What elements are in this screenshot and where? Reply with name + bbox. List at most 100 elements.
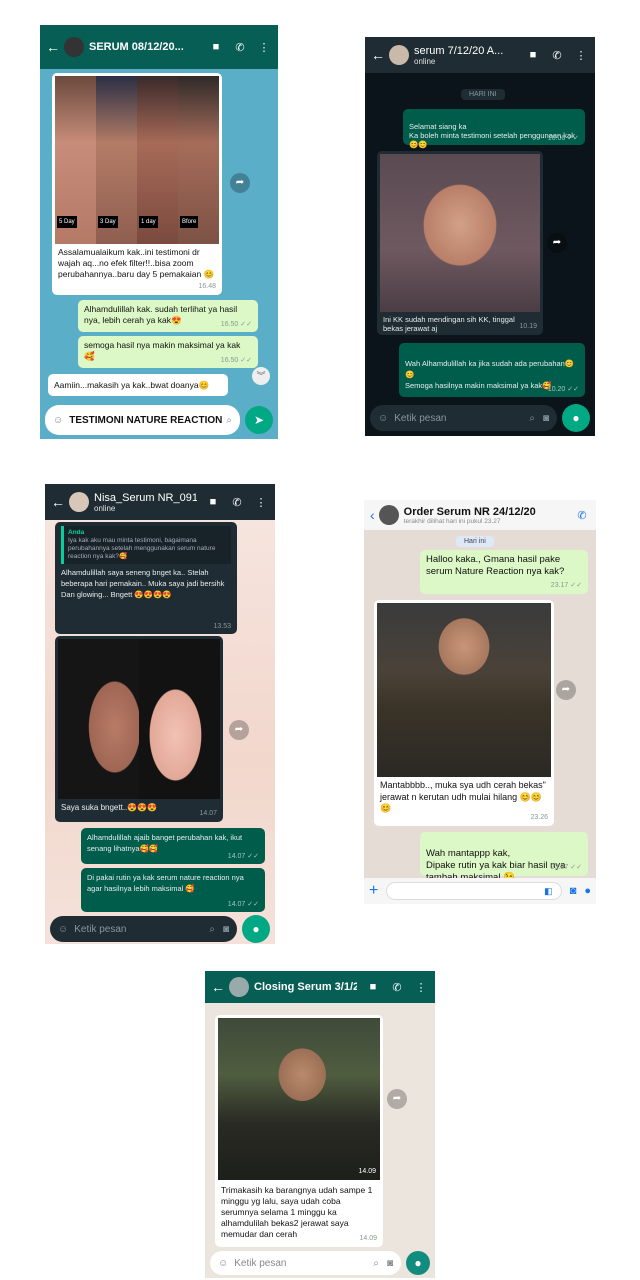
outgoing-message[interactable]: Selamat siang ka Ka boleh minta testimon… (403, 109, 585, 149)
video-call-icon[interactable]: ■ (525, 49, 541, 61)
phone-icon[interactable]: ✆ (389, 981, 405, 994)
attach-icon[interactable]: ⌕ (373, 1258, 379, 1269)
mic-button[interactable]: ● (562, 404, 590, 432)
avatar[interactable] (69, 492, 89, 512)
photo-message[interactable]: 5 Day 3 Day 1 day Bfore Assalamualaikum … (52, 73, 222, 295)
more-options-icon[interactable]: ⋮ (256, 41, 272, 54)
scroll-down-button[interactable]: ︾ (252, 367, 270, 385)
send-button[interactable]: ➤ (245, 406, 273, 434)
photo-caption: Assalamualaikum kak..ini testimoni dr wa… (58, 247, 215, 279)
outgoing-message[interactable]: Alhamdulillah ajaib banget perubahan kak… (81, 828, 265, 864)
message-time: 14.07 ✓✓ (227, 853, 259, 860)
sticker-icon[interactable]: ◧ (544, 886, 553, 897)
more-options-icon[interactable]: ⋮ (573, 49, 589, 62)
chat-title[interactable]: Nisa_Serum NR_091... online (94, 492, 197, 513)
camera-icon[interactable]: ◙ (387, 1258, 393, 1269)
back-arrow-icon[interactable]: ← (46, 39, 60, 55)
date-divider: HARI INI (461, 89, 505, 100)
photo-caption: Ini KK sudah mendingan sih KK, tinggal b… (383, 315, 515, 333)
message-time: 16.50 ✓✓ (220, 357, 252, 364)
emoji-icon[interactable]: ☺ (53, 415, 63, 426)
chat-title[interactable]: SERUM 08/12/20... (89, 41, 200, 53)
back-arrow-icon[interactable]: ← (51, 494, 65, 510)
outgoing-message[interactable]: Halloo kaka., Gmana hasil pake serum Nat… (420, 550, 588, 594)
forward-icon[interactable]: ➦ (387, 1089, 407, 1109)
message-input[interactable]: ☺ TESTIMONI NATURE REACTION ⌕ (45, 405, 240, 435)
mic-button[interactable]: ● (242, 915, 270, 943)
chat-name: Nisa_Serum NR_091... (94, 491, 197, 504)
comparison-photo[interactable] (58, 639, 220, 799)
photo-message[interactable]: Saya suka bngett..😍😍😍 14.07 (55, 636, 223, 822)
outgoing-message[interactable]: Di pakai rutin ya kak serum nature react… (81, 868, 265, 912)
message-time: 14.07 ✓✓ (227, 901, 259, 908)
avatar[interactable] (378, 505, 399, 525)
selfie-photo[interactable] (380, 154, 540, 312)
video-call-icon[interactable]: ■ (208, 41, 224, 53)
forward-icon[interactable]: ➦ (556, 680, 576, 700)
camera-icon[interactable]: ◙ (543, 413, 549, 424)
message-input[interactable]: ◧ (386, 882, 562, 900)
attach-icon[interactable]: ⌕ (209, 924, 215, 935)
forward-icon[interactable]: ➦ (547, 233, 567, 253)
message-input[interactable]: ☺ Ketik pesan ⌕ ◙ (50, 916, 237, 942)
phone-icon[interactable]: ✆ (549, 49, 565, 62)
emoji-icon[interactable]: ☺ (218, 1258, 228, 1269)
photo-label: Bfore (180, 216, 199, 228)
back-arrow-icon[interactable]: ← (211, 979, 225, 995)
photo-message[interactable]: Ini KK sudah mendingan sih KK, tinggal b… (377, 151, 543, 335)
video-call-icon[interactable]: ■ (365, 981, 381, 993)
mic-button[interactable]: ● (406, 1251, 430, 1275)
message-text: Alhamdulillah saya seneng bnget ka.. Ste… (61, 568, 225, 599)
message-time: 14.09 (358, 1168, 376, 1175)
chat-screenshot-1: ← SERUM 08/12/20... ■ ✆ ⋮ 5 Day 3 Day 1 … (40, 25, 278, 439)
emoji-icon[interactable]: ☺ (378, 413, 388, 424)
more-options-icon[interactable]: ⋮ (413, 981, 429, 994)
quote-text: Iya kak aku mau minta testimoni, bagaima… (68, 537, 216, 560)
outgoing-message[interactable]: semoga hasil nya makin maksimal ya kak 🥰… (78, 336, 258, 368)
message-text: Halloo kaka., Gmana hasil pake serum Nat… (426, 554, 565, 577)
customer-photo[interactable]: 14.09 (218, 1018, 380, 1180)
outgoing-message[interactable]: Wah mantappp kak, Dipake rutin ya kak bi… (420, 832, 588, 883)
chat-status: online (94, 503, 116, 513)
more-options-icon[interactable]: ⋮ (253, 496, 269, 509)
forward-icon[interactable]: ➦ (229, 720, 249, 740)
forward-icon[interactable]: ➦ (230, 173, 250, 193)
phone-icon[interactable]: ✆ (229, 496, 245, 509)
plus-icon[interactable]: + (369, 882, 378, 900)
reply-message[interactable]: Anda Iya kak aku mau minta testimoni, ba… (55, 522, 237, 634)
avatar[interactable] (229, 977, 249, 997)
avatar[interactable] (64, 37, 84, 57)
chat-title[interactable]: Closing Serum 3/1/21 (254, 981, 357, 993)
back-arrow-icon[interactable]: ← (371, 47, 385, 63)
message-text: Alhamdulillah ajaib banget perubahan kak… (87, 833, 243, 853)
back-arrow-icon[interactable]: ‹ (370, 507, 375, 523)
photo-label: 3 Day (98, 216, 118, 228)
incoming-message[interactable]: Aamiin...makasih ya kak..bwat doanya😊 (48, 374, 228, 396)
outgoing-message[interactable]: Alhamdulillah kak. sudah terlihat ya has… (78, 300, 258, 332)
add-call-icon[interactable]: ✆ (574, 509, 590, 522)
chat-title[interactable]: serum 7/12/20 A... online (414, 45, 517, 66)
camera-icon[interactable]: ◙ (223, 924, 229, 935)
video-call-icon[interactable]: ■ (205, 496, 221, 508)
input-placeholder: Ketik pesan (74, 923, 127, 935)
avatar[interactable] (389, 45, 409, 65)
message-input[interactable]: ☺ Ketik pesan ⌕ ◙ (370, 405, 557, 431)
date-divider: Hari ini (456, 536, 494, 547)
emoji-icon[interactable]: ☺ (58, 924, 68, 935)
photo-message[interactable]: 14.09 Trimakasih ka barangnya udah sampe… (215, 1015, 383, 1247)
before-after-photo[interactable]: 5 Day 3 Day 1 day Bfore (55, 76, 219, 244)
attach-icon[interactable]: ⌕ (529, 413, 535, 424)
chat-name: Order Serum NR 24/12/20 (403, 505, 536, 518)
message-time: 10.20 ✓✓ (547, 386, 579, 393)
photo-message[interactable]: Mantabbbb.., muka sya udh cerah bekas" j… (374, 600, 554, 826)
product-photo[interactable] (377, 603, 551, 777)
attach-icon[interactable]: ⌕ (226, 415, 232, 426)
mic-icon[interactable]: ● (584, 885, 591, 897)
phone-icon[interactable]: ✆ (232, 41, 248, 54)
camera-icon[interactable]: ◙ (570, 885, 577, 897)
message-input[interactable]: ☺ Ketik pesan ⌕ ◙ (210, 1251, 401, 1275)
photo-label: 1 day (139, 216, 158, 228)
quoted-message[interactable]: Anda Iya kak aku mau minta testimoni, ba… (61, 526, 231, 564)
chat-title[interactable]: Order Serum NR 24/12/20 terakhir dilihat… (404, 506, 566, 525)
outgoing-message[interactable]: Wah Alhamdulillah ka jika sudah ada peru… (399, 343, 585, 397)
